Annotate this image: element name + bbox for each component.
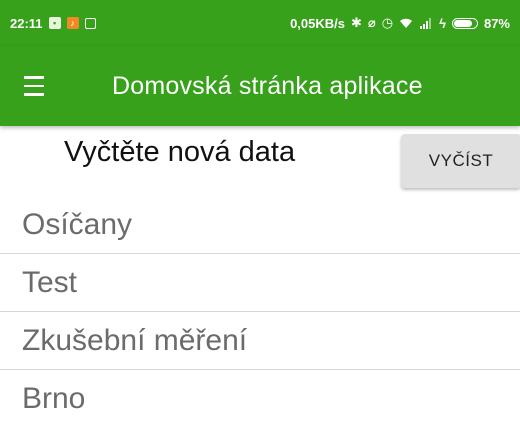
screenshot-icon <box>84 17 96 29</box>
status-time: 22:11 <box>10 15 43 31</box>
vibrate-icon: ⌀ <box>367 15 376 30</box>
list-item[interactable]: Osíčany <box>0 196 520 254</box>
network-speed: 0,05KB/s <box>290 15 345 31</box>
status-left: 22:11 ▪ ♪ <box>10 16 96 31</box>
status-bar: 22:11 ▪ ♪ 0,05KB/s ✱ ⌀ ◷ ϟ 87% <box>0 0 520 46</box>
location-list: Osíčany Test Zkušební měření Brno <box>0 196 520 428</box>
hamburger-menu-icon[interactable] <box>0 46 68 126</box>
battery-level <box>453 19 472 27</box>
app-title: Domovská stránka aplikace <box>112 71 423 100</box>
list-item[interactable]: Brno <box>0 370 520 428</box>
sim-icon: ▪ <box>48 17 61 29</box>
bluetooth-icon: ✱ <box>351 15 362 30</box>
list-item[interactable]: Zkušební měření <box>0 312 520 370</box>
list-item[interactable]: Test <box>0 254 520 312</box>
battery-percent: 87% <box>483 15 510 31</box>
signal-icon <box>419 17 433 29</box>
battery-icon <box>451 17 478 29</box>
charging-icon: ϟ <box>439 15 446 31</box>
wifi-icon <box>399 18 413 29</box>
read-button[interactable]: VYČÍST <box>401 134 520 188</box>
status-right: 0,05KB/s ✱ ⌀ ◷ ϟ 87% <box>290 15 510 31</box>
app-notification-icon: ♪ <box>66 17 79 29</box>
app-bar: Domovská stránka aplikace <box>0 46 520 126</box>
section-title: Vyčtěte nová data <box>64 136 296 168</box>
alarm-icon: ◷ <box>381 15 394 30</box>
